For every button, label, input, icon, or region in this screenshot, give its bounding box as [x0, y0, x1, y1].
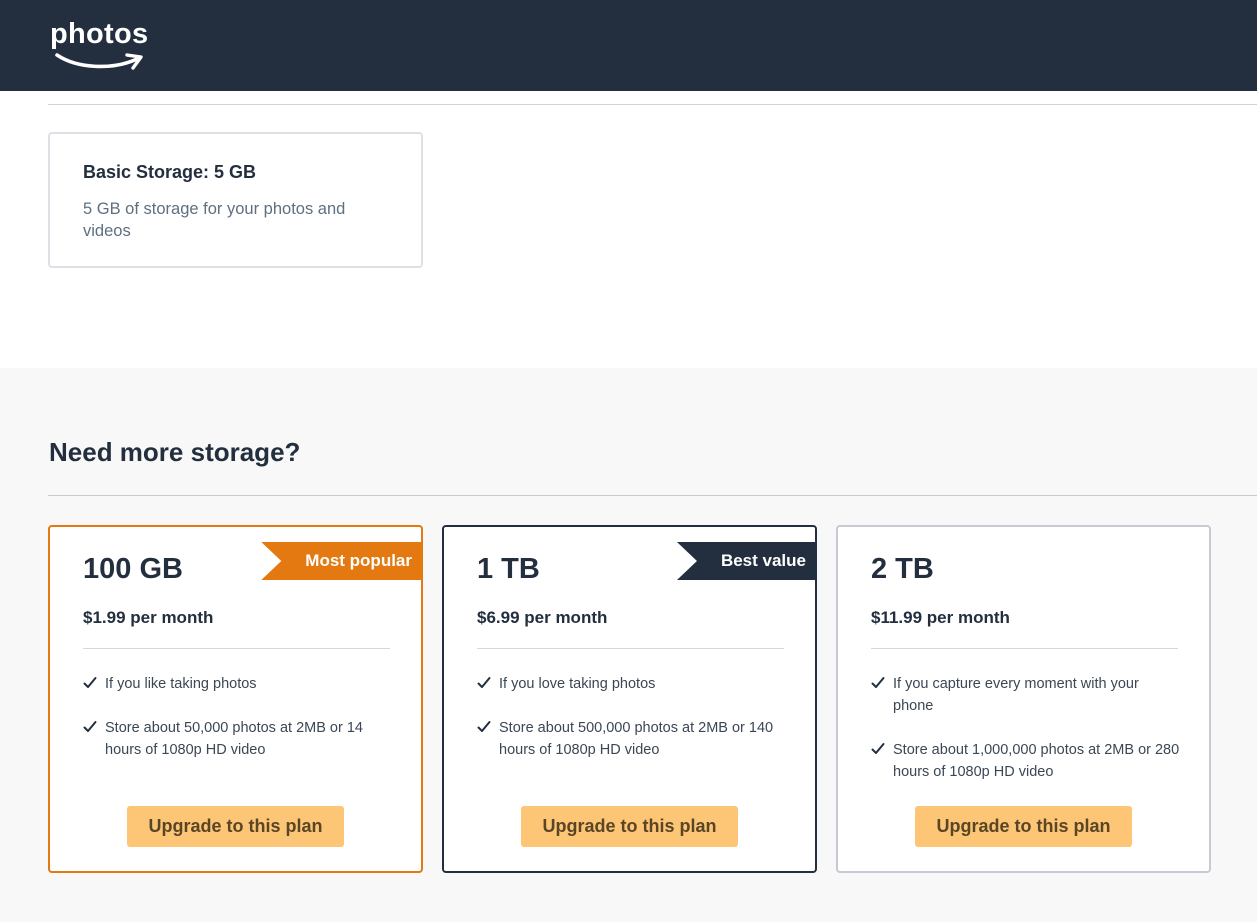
top-divider	[48, 104, 1257, 105]
feature-item: If you capture every moment with your ph…	[871, 673, 1181, 717]
amazon-photos-logo[interactable]: photos	[50, 18, 150, 74]
section-divider	[48, 495, 1257, 496]
section-title: Need more storage?	[49, 437, 301, 467]
current-plan-title: Basic Storage: 5 GB	[83, 162, 257, 182]
feature-item: Store about 500,000 photos at 2MB or 140…	[477, 717, 787, 761]
plan-size: 100 GB	[83, 553, 183, 585]
plan-card-2tb: 2 TB $11.99 per month If you capture eve…	[836, 525, 1211, 873]
check-icon	[83, 677, 97, 688]
feature-item: If you love taking photos	[477, 673, 787, 695]
plan-price: $11.99 per month	[871, 608, 1010, 627]
feature-list: If you capture every moment with your ph…	[871, 673, 1181, 805]
feature-item: Store about 50,000 photos at 2MB or 14 h…	[83, 717, 393, 761]
check-icon	[83, 721, 97, 732]
feature-item: Store about 1,000,000 photos at 2MB or 2…	[871, 739, 1181, 783]
check-icon	[477, 677, 491, 688]
plan-size: 2 TB	[871, 553, 934, 585]
plan-divider	[477, 648, 784, 649]
most-popular-badge: Most popular	[261, 542, 422, 580]
feature-text: If you love taking photos	[499, 676, 656, 692]
feature-item: If you like taking photos	[83, 673, 393, 695]
plan-price: $6.99 per month	[477, 608, 608, 627]
plan-price: $1.99 per month	[83, 608, 214, 627]
best-value-badge: Best value	[676, 542, 816, 580]
feature-text: Store about 1,000,000 photos at 2MB or 2…	[893, 742, 1180, 780]
feature-text: Store about 500,000 photos at 2MB or 140…	[499, 720, 774, 758]
upgrade-button-2tb[interactable]: Upgrade to this plan	[915, 806, 1132, 847]
plan-card-100gb: Most popular 100 GB $1.99 per month If y…	[48, 525, 423, 873]
feature-text: Store about 50,000 photos at 2MB or 14 h…	[105, 720, 363, 758]
check-icon	[871, 677, 885, 688]
smile-arrow-icon	[55, 53, 143, 70]
logo-text: photos	[50, 18, 149, 50]
plan-size: 1 TB	[477, 553, 540, 585]
current-plan-description: 5 GB of storage for your photos and vide…	[83, 200, 346, 240]
check-icon	[871, 743, 885, 754]
upgrade-button-1tb[interactable]: Upgrade to this plan	[521, 806, 738, 847]
check-icon	[477, 721, 491, 732]
feature-text: If you capture every moment with your ph…	[893, 676, 1139, 714]
feature-list: If you love taking photos Store about 50…	[477, 673, 787, 783]
current-plan-card: Basic Storage: 5 GB 5 GB of storage for …	[48, 132, 423, 268]
upgrade-button-100gb[interactable]: Upgrade to this plan	[127, 806, 344, 847]
top-bar: photos	[0, 0, 1257, 91]
feature-text: If you like taking photos	[105, 676, 257, 692]
plan-divider	[871, 648, 1178, 649]
upgrade-section: Need more storage? Most popular 100 GB $…	[0, 368, 1257, 922]
feature-list: If you like taking photos Store about 50…	[83, 673, 393, 783]
plan-divider	[83, 648, 390, 649]
plan-card-1tb: Best value 1 TB $6.99 per month If you l…	[442, 525, 817, 873]
